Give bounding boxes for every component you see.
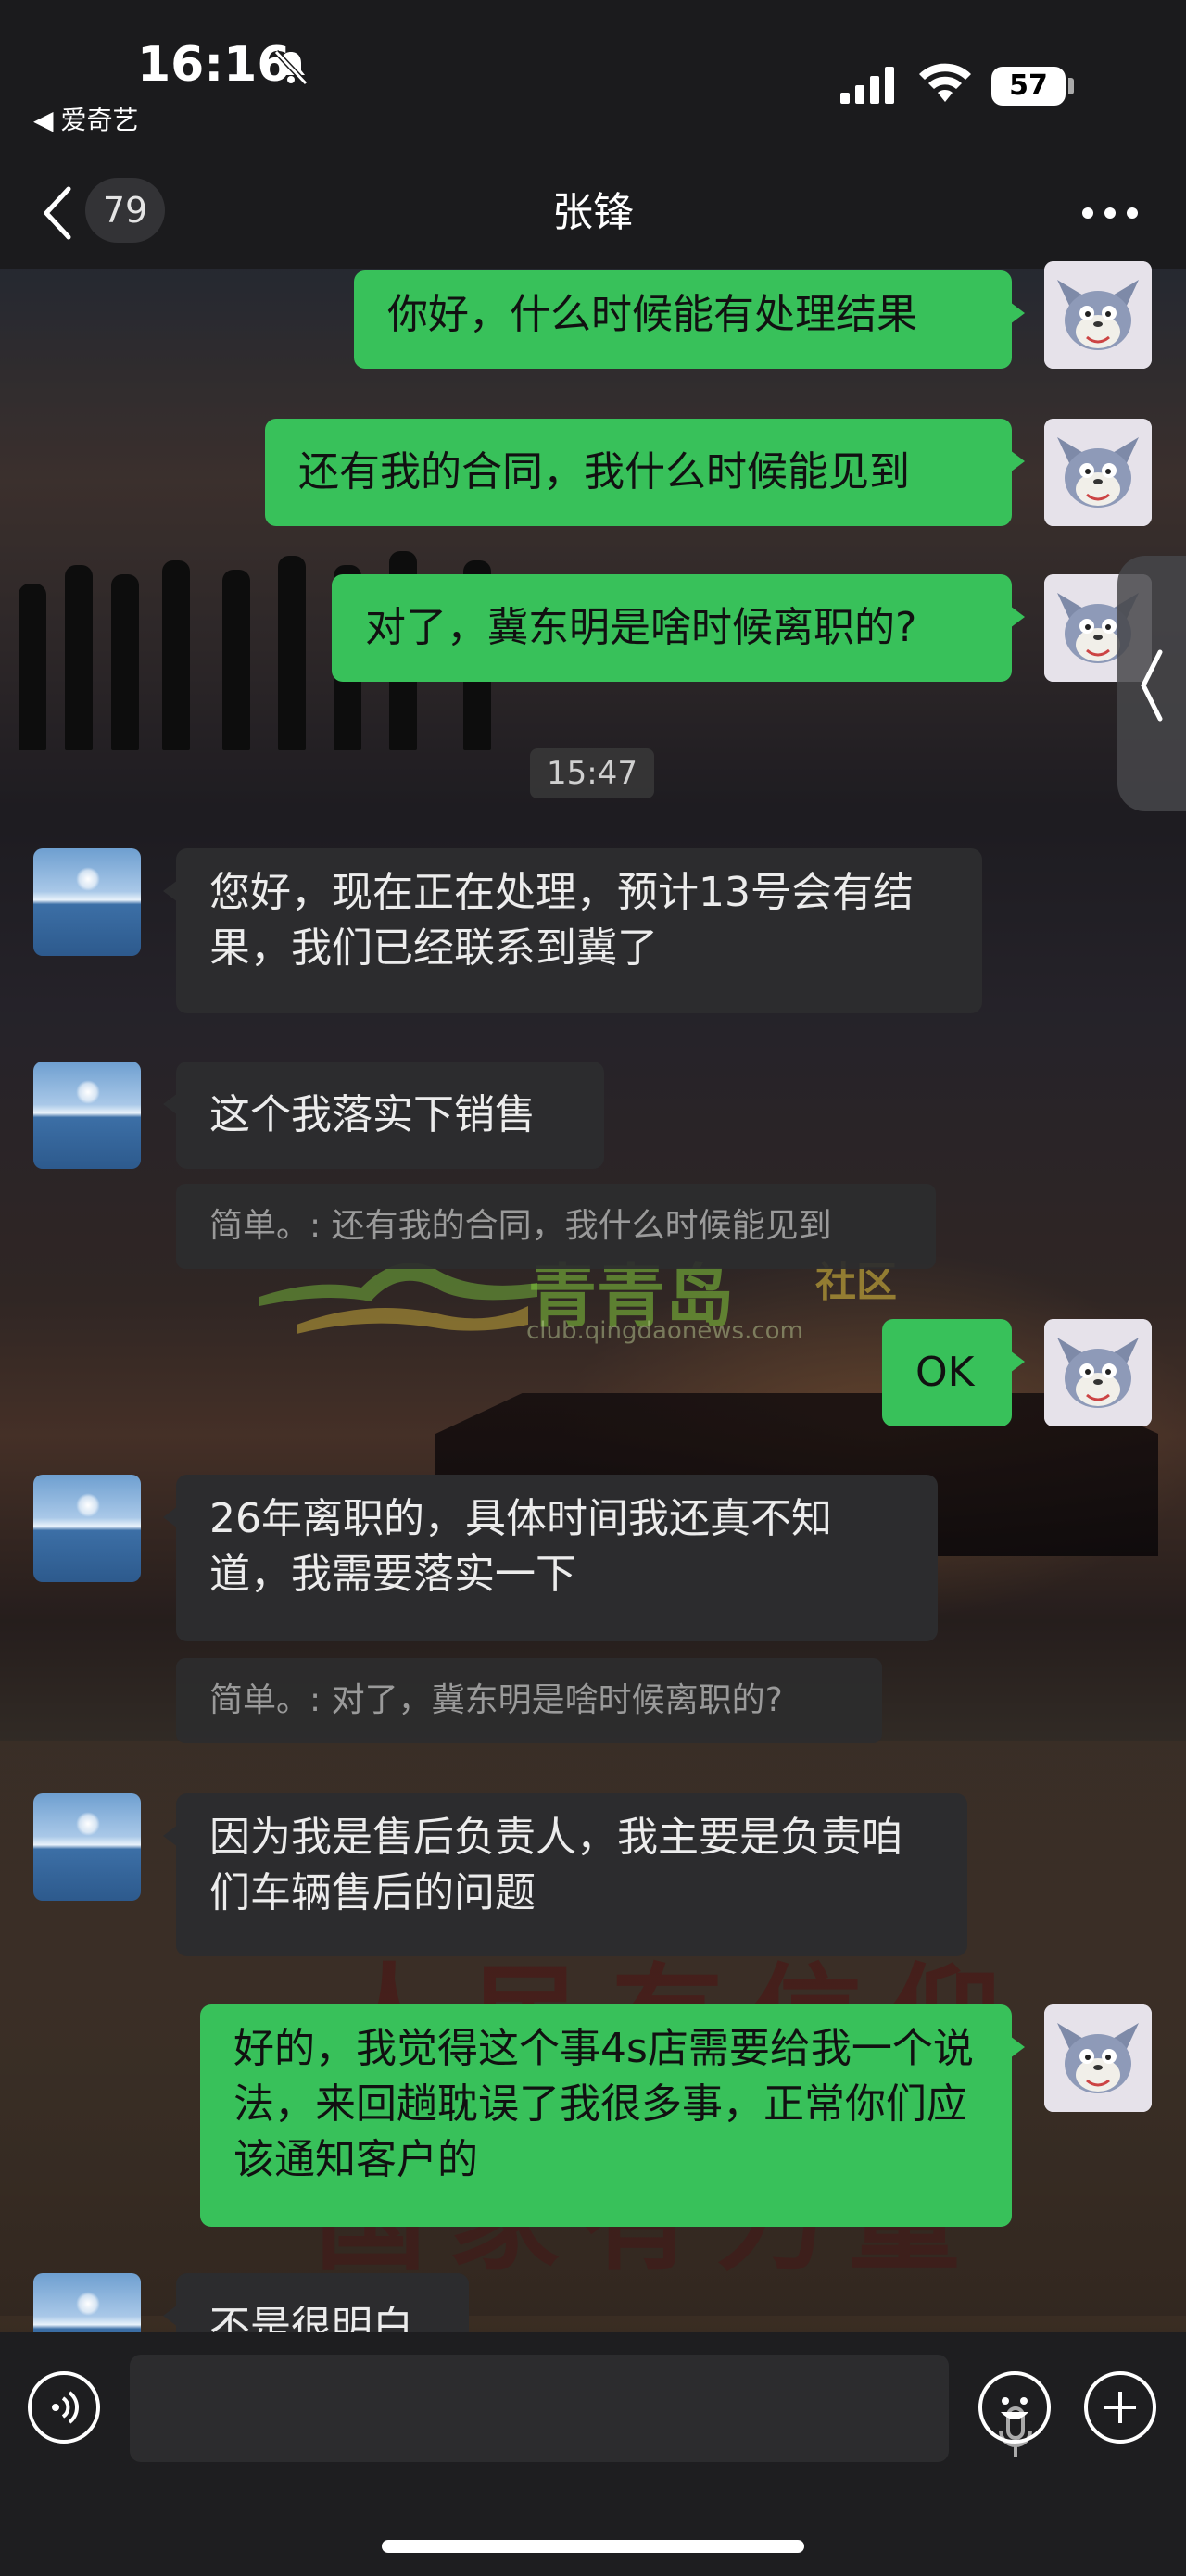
message-bubble[interactable]: 还有我的合同，我什么时候能见到 <box>265 419 1025 526</box>
contact-avatar[interactable] <box>33 1793 141 1901</box>
status-bar: 16:16 ◀ 爱奇艺 57 <box>0 0 1186 157</box>
cellular-signal-icon <box>840 67 894 104</box>
tom-cat-avatar-icon <box>1044 419 1152 526</box>
tom-cat-avatar-icon <box>1044 2004 1152 2112</box>
watermark-url: club.qingdaonews.com <box>526 1317 803 1345</box>
side-panel-handle[interactable] <box>1117 556 1186 811</box>
back-app-label: 爱奇艺 <box>60 105 139 135</box>
back-triangle-icon: ◀ <box>33 105 54 135</box>
battery-indicator: 57 <box>991 67 1066 106</box>
message-input[interactable] <box>130 2355 1032 2462</box>
home-indicator[interactable] <box>382 2540 804 2553</box>
more-options-icon[interactable] <box>1082 207 1138 220</box>
chevron-left-icon <box>1141 649 1163 722</box>
message-bubble[interactable]: 26年离职的，具体时间我还真不知道，我需要落实一下 <box>163 1475 938 1641</box>
unread-count-badge[interactable]: 79 <box>85 178 165 243</box>
mute-bell-icon <box>273 49 309 86</box>
tom-cat-avatar-icon <box>1044 261 1152 369</box>
contact-avatar[interactable] <box>33 1475 141 1582</box>
message-bubble[interactable]: 你好，什么时候能有处理结果 <box>354 270 1025 369</box>
contact-avatar[interactable] <box>33 1062 141 1169</box>
message-bubble[interactable]: 因为我是售后负责人，我主要是负责咱们车辆售后的问题 <box>163 1793 967 1956</box>
status-time: 16:16 <box>137 37 291 93</box>
message-bubble[interactable]: 这个我落实下销售 <box>163 1062 604 1169</box>
quoted-message[interactable]: 简单。: 还有我的合同，我什么时候能见到 <box>176 1184 936 1269</box>
my-avatar[interactable] <box>1044 419 1152 526</box>
wifi-icon <box>919 63 971 102</box>
input-bar <box>0 2332 1186 2576</box>
emoji-icon[interactable] <box>978 2371 1051 2444</box>
battery-cap <box>1068 78 1074 94</box>
contact-avatar[interactable] <box>33 848 141 956</box>
my-avatar[interactable] <box>1044 2004 1152 2112</box>
voice-icon[interactable] <box>28 2371 100 2444</box>
message-bubble[interactable]: 对了，冀东明是啥时候离职的? <box>332 574 1025 682</box>
chat-header: 张锋 79 <box>0 157 1186 269</box>
quoted-message[interactable]: 简单。: 对了，冀东明是啥时候离职的? <box>176 1658 882 1743</box>
battery-percent: 57 <box>1009 69 1048 102</box>
my-avatar[interactable] <box>1044 261 1152 369</box>
message-timestamp: 15:47 <box>530 748 654 798</box>
message-bubble[interactable]: 您好，现在正在处理，预计13号会有结果，我们已经联系到冀了 <box>163 848 982 1013</box>
plus-icon[interactable] <box>1084 2371 1156 2444</box>
message-bubble[interactable]: 好的，我觉得这个事4s店需要给我一个说法，来回趟耽误了我很多事，正常你们应该通知… <box>200 2004 1025 2227</box>
message-bubble[interactable]: OK <box>882 1319 1025 1426</box>
tom-cat-avatar-icon <box>1044 1319 1152 1426</box>
chat-title: 张锋 <box>552 189 634 236</box>
my-avatar[interactable] <box>1044 1319 1152 1426</box>
back-chevron-icon[interactable] <box>39 183 76 243</box>
back-to-app-link[interactable]: ◀ 爱奇艺 <box>33 100 139 137</box>
